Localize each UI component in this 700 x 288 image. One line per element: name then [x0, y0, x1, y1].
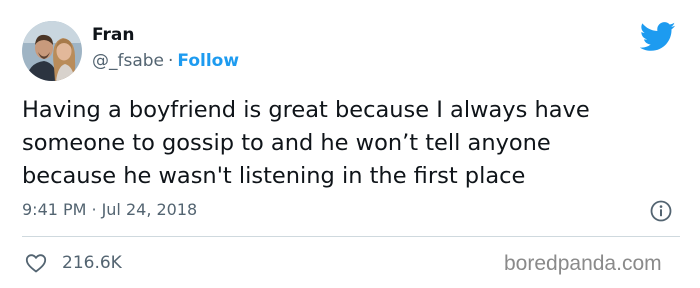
tweet-line: someone to gossip to and he won’t tell a…	[22, 130, 551, 156]
timestamp-separator: ·	[91, 200, 97, 219]
tweet-date[interactable]: Jul 24, 2018	[102, 200, 198, 219]
like-count: 216.6K	[62, 253, 122, 273]
heart-icon[interactable]	[24, 251, 48, 275]
tweet-timestamp[interactable]: 9:41 PM · Jul 24, 2018	[22, 200, 197, 220]
avatar[interactable]	[22, 21, 82, 81]
display-name[interactable]: Fran	[92, 25, 134, 45]
tweet-line: Having a boyfriend is great because I al…	[22, 97, 590, 123]
handle-separator: ·	[168, 51, 174, 71]
watermark: boredpanda.com	[504, 252, 662, 275]
info-icon[interactable]	[649, 199, 673, 223]
follow-button[interactable]: Follow	[177, 51, 239, 71]
twitter-bird-icon[interactable]	[639, 22, 676, 52]
tweet-text: Having a boyfriend is great because I al…	[22, 94, 682, 193]
tweet-time[interactable]: 9:41 PM	[22, 200, 86, 219]
handle-row: @_fsabe · Follow	[92, 51, 239, 71]
divider	[22, 236, 680, 237]
tweet-line: because he wasn't listening in the first…	[22, 163, 526, 189]
like-button[interactable]: 216.6K	[24, 251, 122, 275]
user-handle[interactable]: @_fsabe	[92, 51, 164, 71]
